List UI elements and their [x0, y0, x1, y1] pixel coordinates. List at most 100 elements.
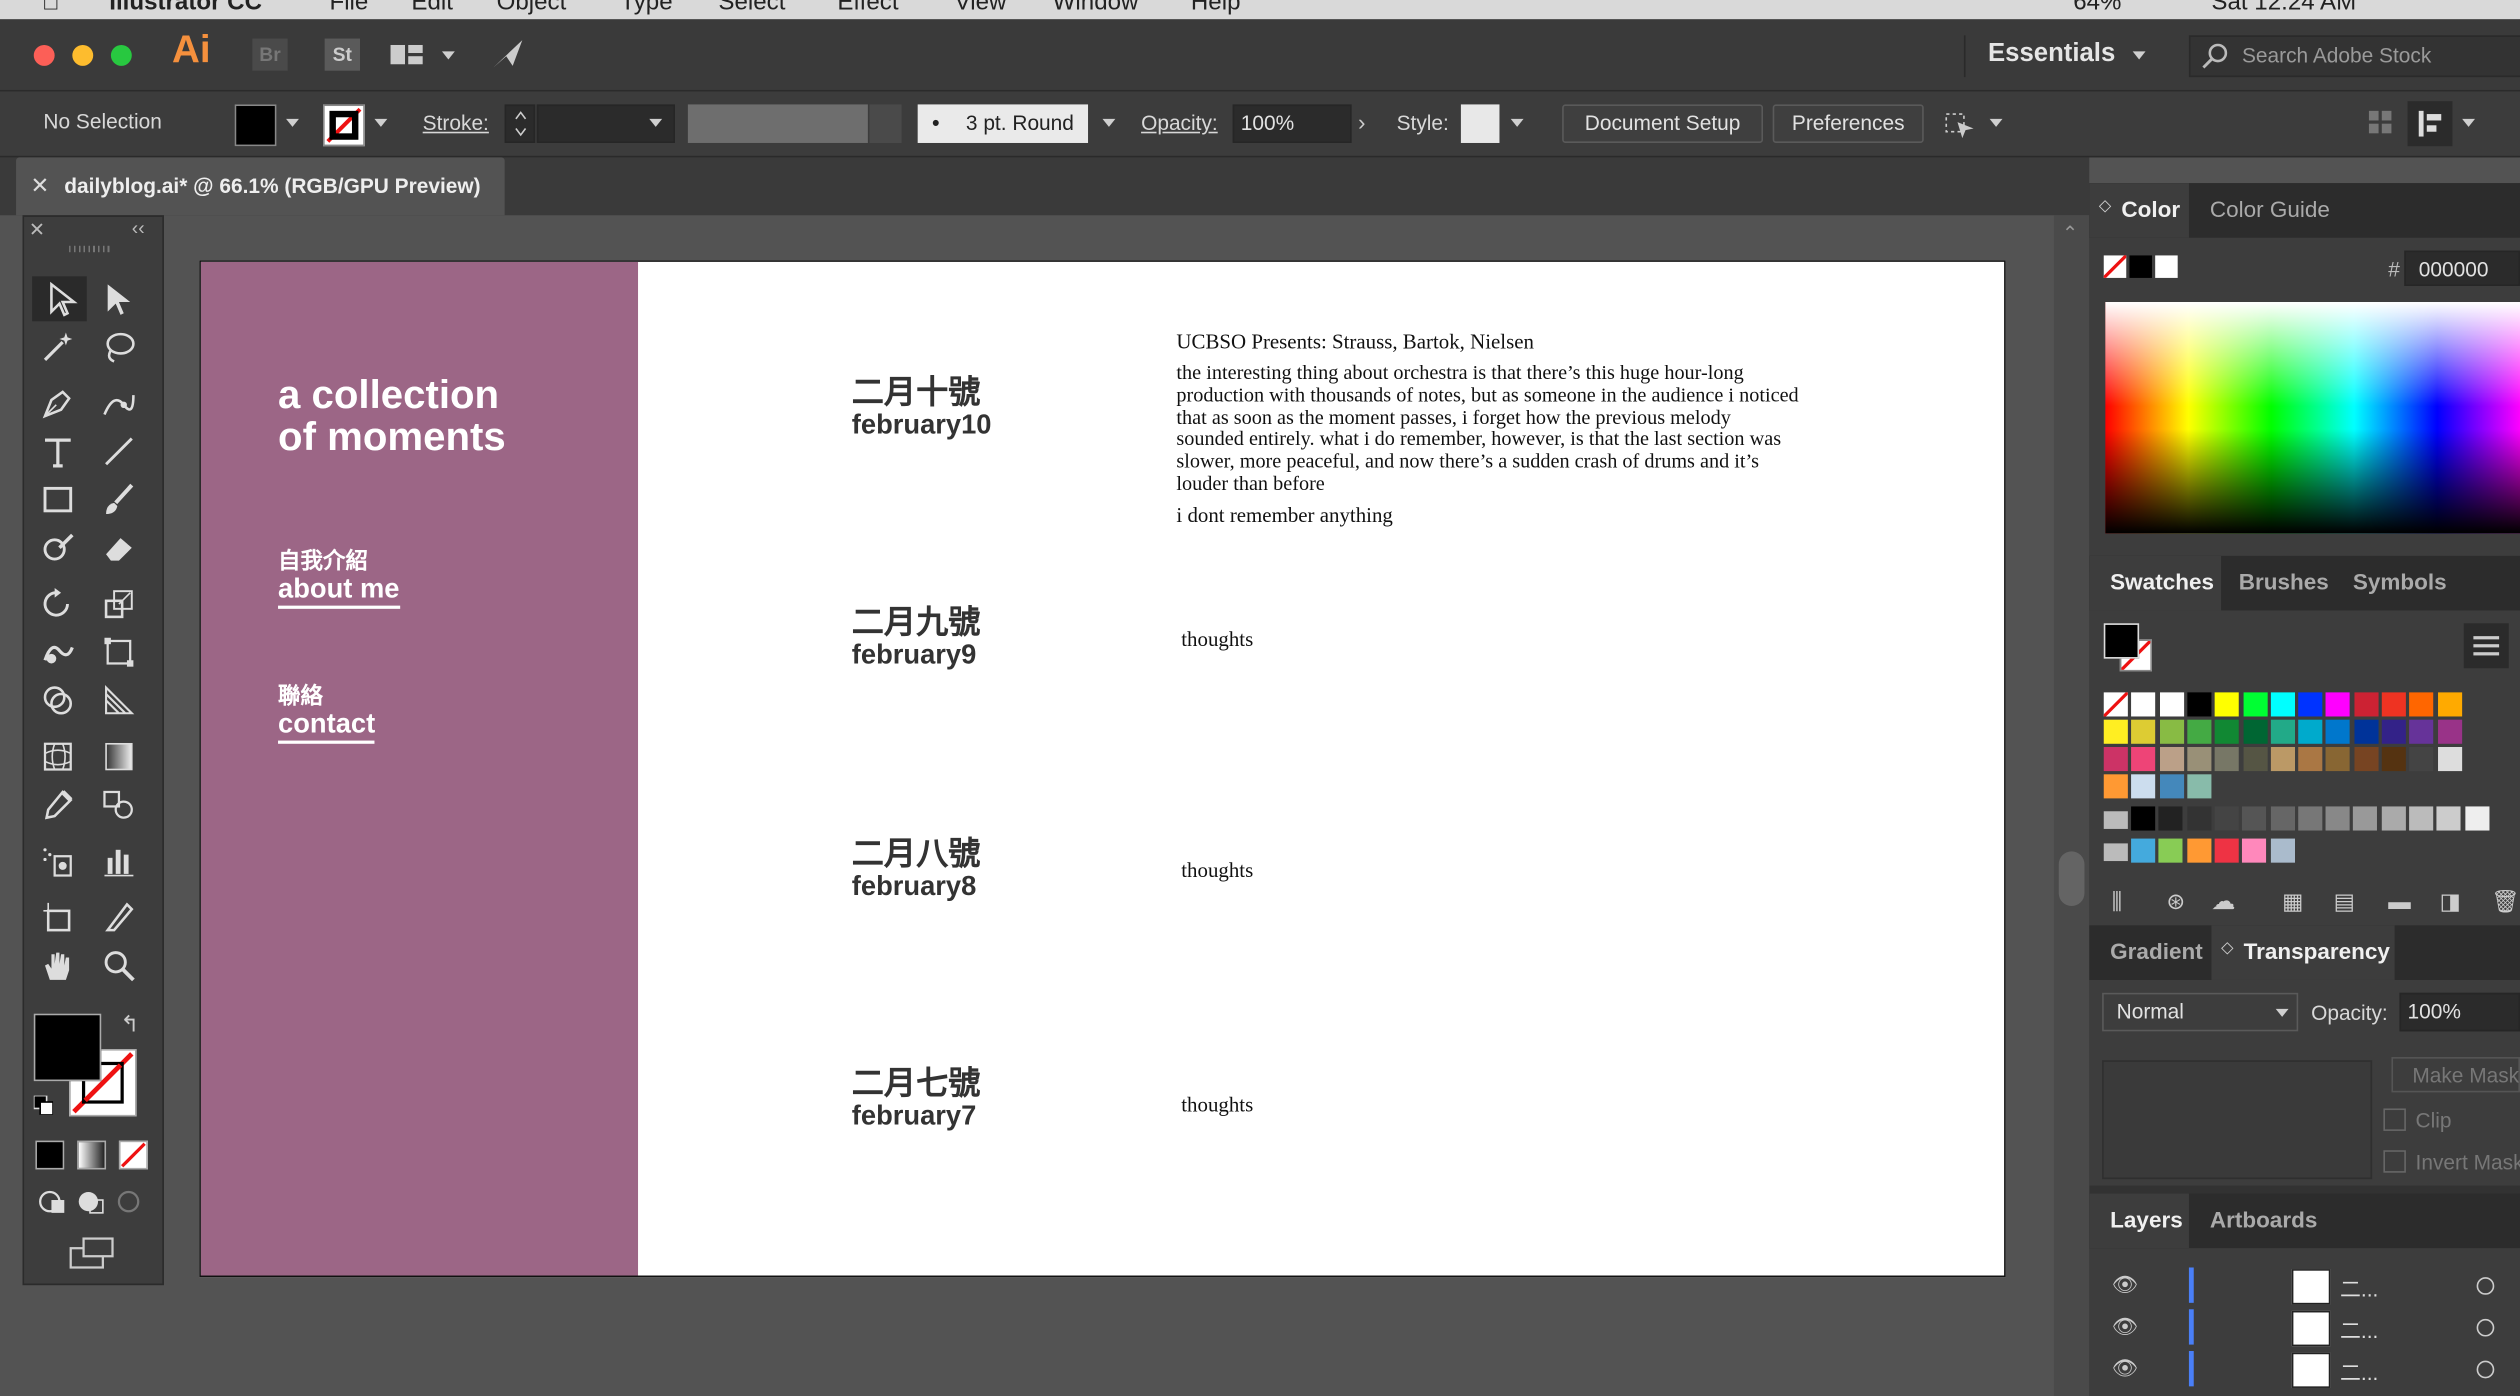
visibility-eye-icon[interactable]: 👁 — [2112, 1314, 2139, 1340]
warp-tool-icon[interactable] — [40, 635, 82, 674]
brush-definition-field[interactable]: • 3 pt. Round — [917, 104, 1089, 143]
tab-gradient[interactable]: Gradient — [2110, 938, 2203, 964]
new-color-group-icon[interactable]: ▬ — [2388, 888, 2411, 914]
chevron-down-icon[interactable] — [441, 51, 455, 60]
blend-mode-select[interactable]: Normal — [2102, 992, 2299, 1032]
close-panel-icon[interactable]: ✕ — [29, 218, 45, 240]
transparency-opacity-field[interactable]: 100% — [2399, 992, 2520, 1032]
swatch[interactable] — [2186, 806, 2211, 831]
nav-about-link[interactable]: 自我介紹 about me — [278, 548, 400, 609]
swatch[interactable] — [2381, 806, 2406, 831]
swatch[interactable] — [2242, 692, 2267, 717]
chevron-down-icon[interactable] — [374, 118, 388, 127]
menu-app[interactable]: Illustrator CC — [109, 0, 262, 16]
swatch[interactable] — [2242, 838, 2267, 863]
menu-object[interactable]: Object — [497, 0, 567, 16]
none-mode-button[interactable] — [118, 1140, 148, 1170]
chevron-down-icon[interactable] — [1102, 118, 1116, 127]
rectangle-tool-icon[interactable] — [40, 482, 82, 521]
rotate-tool-icon[interactable] — [40, 586, 82, 625]
swatch[interactable] — [2159, 692, 2184, 717]
expand-toggle-icon[interactable]: ◇ — [2221, 940, 2233, 958]
swatch[interactable] — [2298, 719, 2323, 744]
swatch[interactable] — [2214, 692, 2240, 717]
eraser-tool-icon[interactable] — [101, 530, 143, 569]
swatch[interactable] — [2381, 719, 2406, 744]
shaper-tool-icon[interactable] — [40, 530, 82, 569]
make-mask-button[interactable]: Make Mask — [2391, 1057, 2520, 1093]
shape-builder-tool-icon[interactable] — [40, 683, 82, 722]
close-tab-icon[interactable]: ✕ — [31, 172, 50, 199]
chevron-down-icon[interactable] — [2132, 51, 2146, 60]
color-mode-button[interactable] — [35, 1140, 65, 1170]
nav-contact-link[interactable]: 聯絡 contact — [278, 683, 376, 744]
artboard[interactable]: a collection of moments 自我介紹 about me 聯絡… — [199, 260, 2006, 1278]
chevron-down-icon[interactable] — [1510, 118, 1524, 127]
swatch[interactable] — [2437, 719, 2462, 744]
swatch-libraries-icon[interactable]: ⫼ — [2112, 888, 2122, 915]
arrange-documents-icon[interactable] — [389, 42, 428, 76]
menu-effect[interactable]: Effect — [837, 0, 898, 16]
swatch[interactable] — [2353, 692, 2379, 717]
type-tool-icon[interactable] — [40, 434, 82, 473]
blend-tool-icon[interactable] — [101, 787, 143, 826]
swatch[interactable] — [2214, 746, 2240, 772]
document-setup-button[interactable]: Document Setup — [1562, 104, 1764, 143]
align-grid-icon[interactable] — [2366, 108, 2395, 145]
color-spectrum[interactable] — [2105, 302, 2520, 534]
new-swatch-icon[interactable]: ◨ — [2440, 888, 2461, 915]
swatch[interactable] — [2409, 692, 2434, 717]
scale-tool-icon[interactable] — [101, 586, 143, 625]
close-window-button[interactable] — [33, 44, 55, 66]
fill-color-front[interactable] — [33, 1013, 102, 1082]
swatch[interactable] — [2353, 746, 2379, 772]
chevron-right-icon[interactable]: › — [1358, 109, 1366, 135]
screen-mode-icon[interactable] — [68, 1235, 116, 1278]
paintbrush-tool-icon[interactable] — [101, 482, 143, 521]
symbol-sprayer-tool-icon[interactable] — [40, 843, 82, 882]
none-color-swatch[interactable] — [2102, 254, 2128, 280]
menu-clock[interactable]: Sat 12:24 AM — [2211, 0, 2356, 16]
menu-edit[interactable]: Edit — [411, 0, 453, 16]
swatch[interactable] — [2437, 746, 2462, 772]
swatch[interactable] — [2103, 719, 2128, 744]
scroll-up-icon[interactable]: ⌃ — [2062, 222, 2078, 244]
swatch[interactable] — [2159, 774, 2184, 799]
swatch[interactable] — [2353, 719, 2379, 744]
panel-grip[interactable] — [69, 245, 111, 253]
tab-brushes[interactable]: Brushes — [2239, 569, 2329, 595]
swatch[interactable] — [2326, 692, 2351, 717]
selection-tool-icon[interactable] — [32, 276, 87, 322]
swatch[interactable] — [2187, 774, 2212, 799]
swatch[interactable] — [2214, 719, 2240, 744]
stroke-swatch[interactable] — [323, 104, 365, 147]
swatch[interactable] — [2325, 806, 2350, 831]
swatch[interactable] — [2242, 746, 2267, 772]
swatch[interactable] — [2131, 774, 2156, 799]
layer-row[interactable]: 👁 二... — [2089, 1306, 2520, 1348]
swatch[interactable] — [2102, 691, 2129, 718]
tab-artboards[interactable]: Artboards — [2210, 1206, 2318, 1232]
chevron-down-icon[interactable] — [2275, 1008, 2289, 1017]
swatch[interactable] — [2409, 806, 2434, 831]
tab-color[interactable]: Color — [2121, 196, 2180, 222]
column-graph-tool-icon[interactable] — [101, 843, 143, 882]
swatch[interactable] — [2242, 719, 2267, 744]
gradient-tool-icon[interactable] — [101, 739, 143, 778]
draw-normal-icon[interactable] — [37, 1187, 66, 1224]
opacity-field[interactable]: 100% — [1232, 104, 1352, 143]
swatch[interactable] — [2186, 838, 2211, 863]
swatch[interactable] — [2437, 692, 2462, 717]
swatch[interactable] — [2297, 806, 2322, 831]
panel-menu-button[interactable] — [2407, 101, 2453, 147]
swatch[interactable] — [2187, 692, 2212, 717]
artboard-tool-icon[interactable] — [40, 900, 82, 939]
perspective-grid-tool-icon[interactable] — [101, 683, 143, 722]
hex-input[interactable]: 000000 — [2404, 250, 2520, 286]
swatch[interactable] — [2131, 746, 2156, 772]
swatch-group-folder-icon[interactable] — [2103, 843, 2128, 862]
menu-file[interactable]: File — [329, 0, 368, 16]
stock-search-input[interactable]: Search Adobe Stock — [2188, 35, 2520, 78]
black-color-swatch[interactable] — [2129, 255, 2152, 278]
swatch[interactable] — [2158, 806, 2183, 831]
